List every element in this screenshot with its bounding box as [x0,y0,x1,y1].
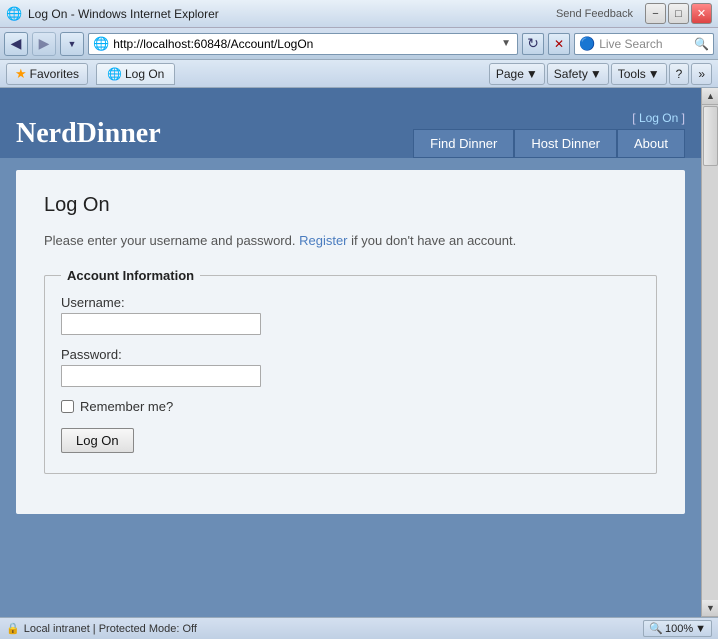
nav-find-dinner[interactable]: Find Dinner [413,129,514,158]
tab-icon: 🌐 [107,67,122,81]
address-dropdown-arrow[interactable]: ▼ [499,38,513,49]
main-content: Log On Please enter your username and pa… [16,170,685,514]
status-bar: 🔒 Local intranet | Protected Mode: Off 🔍… [0,617,718,639]
username-field: Username: [61,295,640,335]
logon-button[interactable]: Log On [61,428,134,453]
close-button[interactable]: ✕ [691,3,712,24]
address-input-wrap[interactable]: 🌐 http://localhost:60848/Account/LogOn ▼ [88,33,518,55]
zoom-icon: 🔍 [649,622,663,635]
scroll-track[interactable] [702,167,718,600]
security-icon-area: 🔒 Local intranet | Protected Mode: Off [6,622,197,635]
dropdown-button[interactable]: ▼ [60,32,84,56]
zoom-level: 100% [665,623,693,635]
toolbar-right: Page ▼ Safety ▼ Tools ▼ ? » [489,63,712,85]
remember-me-row: Remember me? [61,399,640,414]
username-label: Username: [61,295,640,310]
maximize-button[interactable]: □ [668,3,689,24]
scrollbar[interactable]: ▲ ▼ [701,88,718,617]
fieldset-legend: Account Information [61,268,200,283]
refresh-button[interactable]: ↻ [522,33,544,55]
live-search-go[interactable]: 🔍 [694,37,709,51]
browser-body: NerdDinner [ Log On ] Find Dinner Host D… [0,88,718,617]
tools-label: Tools [618,67,646,81]
safety-label: Safety [554,67,588,81]
bracket-open: [ [632,111,639,125]
desc-end: if you don't have an account. [348,233,517,248]
description: Please enter your username and password.… [44,233,657,248]
scroll-up-arrow[interactable]: ▲ [702,88,718,105]
window-controls: − □ ✕ [645,3,712,24]
username-input[interactable] [61,313,261,335]
nav-about[interactable]: About [617,129,685,158]
title-bar: 🌐 Log On - Windows Internet Explorer Sen… [0,0,718,28]
page-content: NerdDinner [ Log On ] Find Dinner Host D… [0,88,701,617]
nav-bar: Find Dinner Host Dinner About [413,129,685,158]
register-link[interactable]: Register [299,233,347,248]
zone-text: Local intranet | Protected Mode: Off [24,623,197,635]
title-bar-text: Log On - Windows Internet Explorer [28,7,556,21]
password-field: Password: [61,347,640,387]
favorites-button[interactable]: ★ Favorites [6,63,88,85]
page-arrow: ▼ [526,67,538,81]
site-logo: NerdDinner [16,118,161,158]
remember-me-checkbox[interactable] [61,400,74,413]
account-fieldset: Account Information Username: Password: … [44,268,657,474]
tab-label: Log On [125,67,164,81]
expand-button[interactable]: » [691,63,712,85]
forward-button[interactable]: ▶ [32,32,56,56]
desc-text: Please enter your username and password. [44,233,299,248]
top-right: [ Log On ] Find Dinner Host Dinner About [413,111,685,158]
scroll-down-arrow[interactable]: ▼ [702,600,718,617]
back-button[interactable]: ◀ [4,32,28,56]
page-menu[interactable]: Page ▼ [489,63,545,85]
stop-button[interactable]: ✕ [548,33,570,55]
address-text: http://localhost:60848/Account/LogOn [113,37,499,51]
bracket-close: ] [678,111,685,125]
tools-menu[interactable]: Tools ▼ [611,63,667,85]
page-label: Page [496,67,524,81]
tools-arrow: ▼ [648,67,660,81]
zoom-arrow: ▼ [695,623,706,635]
send-feedback-link[interactable]: Send Feedback [556,8,633,20]
site-header: NerdDinner [ Log On ] Find Dinner Host D… [0,88,701,158]
password-label: Password: [61,347,640,362]
favorites-label: Favorites [30,67,79,81]
page-title: Log On [44,194,657,217]
live-search-wrap[interactable]: 🔵 Live Search 🔍 [574,33,714,55]
intranet-icon: 🔒 [6,622,20,635]
logon-link[interactable]: Log On [639,111,678,125]
help-button[interactable]: ? [669,63,690,85]
address-bar: ◀ ▶ ▼ 🌐 http://localhost:60848/Account/L… [0,28,718,60]
safety-menu[interactable]: Safety ▼ [547,63,609,85]
status-right: 🔍 100% ▼ [643,620,712,637]
ie-icon: 🌐 [6,6,22,22]
favorites-bar: ★ Favorites 🌐 Log On Page ▼ Safety ▼ Too… [0,60,718,88]
live-search-icon: 🔵 [579,36,595,52]
star-icon: ★ [15,66,27,82]
page-icon: 🌐 [93,36,109,52]
safety-arrow: ▼ [590,67,602,81]
logon-status: [ Log On ] [632,111,685,125]
minimize-button[interactable]: − [645,3,666,24]
current-tab[interactable]: 🌐 Log On [96,63,175,85]
live-search-input[interactable]: Live Search [599,37,694,51]
remember-me-label: Remember me? [80,399,173,414]
password-input[interactable] [61,365,261,387]
scroll-thumb[interactable] [703,106,718,166]
zoom-control[interactable]: 🔍 100% ▼ [643,620,712,637]
nav-host-dinner[interactable]: Host Dinner [514,129,617,158]
